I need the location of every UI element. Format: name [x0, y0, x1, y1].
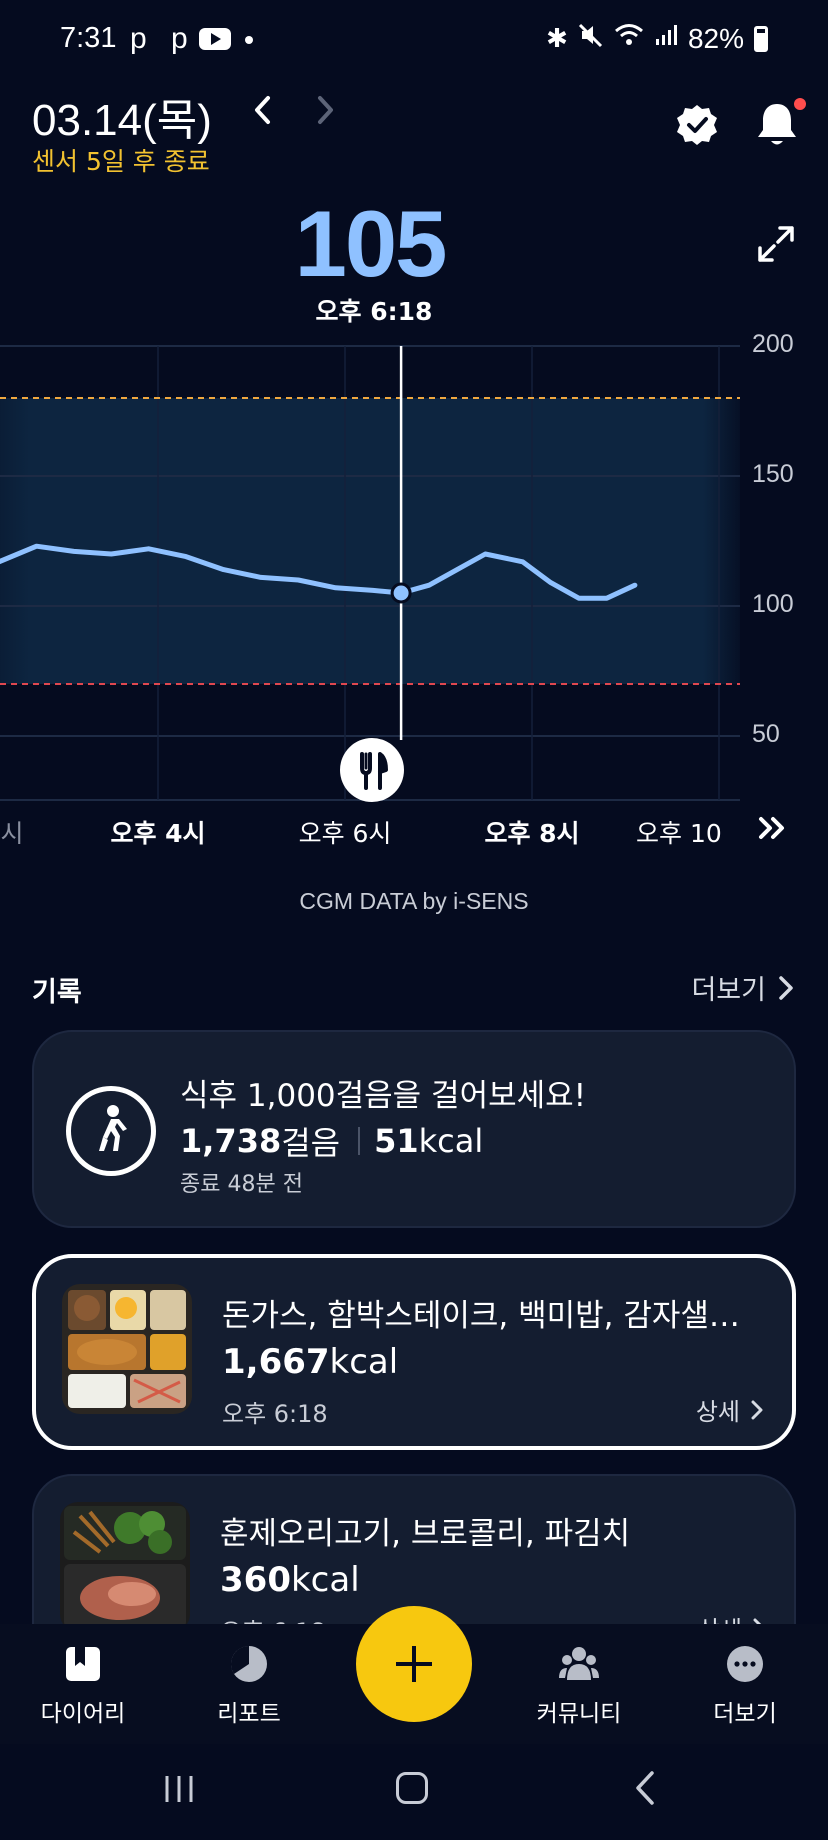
wifi-icon: [614, 23, 644, 54]
status-time: 7:31: [60, 22, 117, 54]
records-heading: 기록: [32, 977, 82, 1008]
walk-kcal-value: 51: [374, 1122, 419, 1160]
nav-more-label: 더보기: [713, 1701, 777, 1727]
previous-day-button[interactable]: [248, 90, 278, 130]
records-more-link[interactable]: 더보기: [691, 968, 794, 1007]
recent-apps-icon[interactable]: [162, 1774, 196, 1804]
youtube-icon: [199, 28, 231, 50]
nav-report[interactable]: 리포트: [184, 1644, 314, 1728]
community-icon: [559, 1644, 599, 1684]
report-icon: [229, 1644, 269, 1684]
meal-kcal-value: 1,667: [222, 1342, 330, 1382]
meal-photo: [60, 1502, 190, 1632]
steps-value: 1,738: [180, 1122, 282, 1160]
x-tick-label: 시: [0, 819, 24, 848]
walking-icon: [66, 1086, 156, 1176]
y-tick-label: 50: [752, 720, 780, 748]
nav-diary[interactable]: 다이어리: [18, 1644, 148, 1728]
more-notifications-icon: [245, 36, 253, 44]
nav-report-label: 리포트: [217, 1701, 281, 1727]
current-glucose-time: 오후 6:18: [315, 297, 433, 326]
meal-kcal-unit: kcal: [329, 1342, 399, 1382]
verified-badge-icon[interactable]: [676, 104, 718, 146]
add-record-button[interactable]: [356, 1606, 472, 1722]
steps-unit: 걸음: [281, 1124, 341, 1162]
x-tick-label: 오후 4시: [110, 819, 206, 848]
app-screen: 7:31 p p ✱ 82% 03.14(목) 센서 5일 후 종료 105 오…: [0, 0, 828, 1840]
sensor-expiry-note: 센서 5일 후 종료: [32, 147, 210, 176]
chevron-right-icon: [751, 1400, 763, 1419]
meal-detail-link[interactable]: 상세: [696, 1392, 764, 1427]
meal-kcal: 1,667kcal: [222, 1342, 398, 1382]
meal-kcal-value: 360: [220, 1560, 291, 1600]
meal-title: 훈제오리고기, 브로콜리, 파김치: [220, 1516, 631, 1552]
meal-kcal-unit: kcal: [290, 1560, 360, 1600]
notification-bell-icon[interactable]: [754, 100, 800, 148]
next-day-button[interactable]: [310, 90, 340, 130]
walk-remaining: 종료 48분 전: [180, 1172, 303, 1197]
x-tick-label: 오후 10: [636, 819, 722, 848]
walk-challenge-card[interactable]: 식후 1,000걸음을 걸어보세요! 1,738 걸음 51 kcal 종료 4…: [32, 1030, 796, 1228]
back-icon[interactable]: [630, 1770, 660, 1806]
more-icon: [725, 1644, 765, 1684]
diary-icon: [63, 1644, 103, 1684]
nav-community-label: 커뮤니티: [536, 1701, 622, 1727]
walk-title: 식후 1,000걸음을 걸어보세요!: [180, 1078, 587, 1114]
bluetooth-icon: ✱: [546, 23, 568, 53]
battery-percent: 82%: [687, 22, 744, 54]
date-title[interactable]: 03.14(목): [32, 84, 212, 148]
meal-detail-label: 상세: [695, 1398, 740, 1426]
stat-divider: [358, 1127, 361, 1155]
notification-icons: p p: [130, 22, 196, 55]
meal-title: 돈가스, 함박스테이크, 백미밥, 감자샐…: [222, 1298, 740, 1334]
glucose-chart[interactable]: [0, 330, 828, 860]
nav-diary-label: 다이어리: [40, 1701, 126, 1727]
nav-more[interactable]: 더보기: [680, 1644, 810, 1728]
nav-community[interactable]: 커뮤니티: [514, 1644, 644, 1728]
y-tick-label: 200: [752, 330, 794, 358]
home-icon[interactable]: [396, 1772, 428, 1804]
walk-stats: 1,738 걸음 51 kcal: [180, 1118, 483, 1164]
unread-dot: [794, 98, 806, 110]
meal-time: 오후 6:18: [222, 1400, 328, 1428]
records-more-label: 더보기: [691, 975, 766, 1006]
status-bar: 7:31 p p ✱ 82%: [0, 0, 828, 80]
y-tick-label: 100: [752, 590, 794, 618]
system-nav-bar: [0, 1744, 828, 1840]
expand-icon[interactable]: [756, 224, 796, 264]
y-tick-label: 150: [752, 460, 794, 488]
target-range-band: [0, 398, 740, 684]
battery-icon: [754, 25, 768, 52]
status-right: ✱ 82%: [546, 22, 768, 55]
scroll-forward-icon[interactable]: [756, 812, 788, 852]
meal-card[interactable]: 돈가스, 함박스테이크, 백미밥, 감자샐… 1,667kcal 오후 6:18…: [32, 1254, 796, 1450]
signal-icon: [654, 23, 678, 54]
mute-icon: [578, 22, 604, 55]
cgm-credit: CGM DATA by i-SENS: [299, 888, 529, 914]
x-tick-label: 오후 8시: [484, 819, 580, 848]
meal-kcal: 360kcal: [220, 1560, 360, 1600]
x-tick-label: 오후 6시: [298, 819, 392, 848]
meal-marker-icon[interactable]: [340, 738, 404, 802]
chevron-right-icon: [779, 975, 793, 1000]
walk-kcal-unit: kcal: [418, 1122, 484, 1160]
selected-point: [390, 582, 412, 604]
current-glucose-value: 105: [294, 191, 448, 296]
meal-photo: [62, 1284, 192, 1414]
